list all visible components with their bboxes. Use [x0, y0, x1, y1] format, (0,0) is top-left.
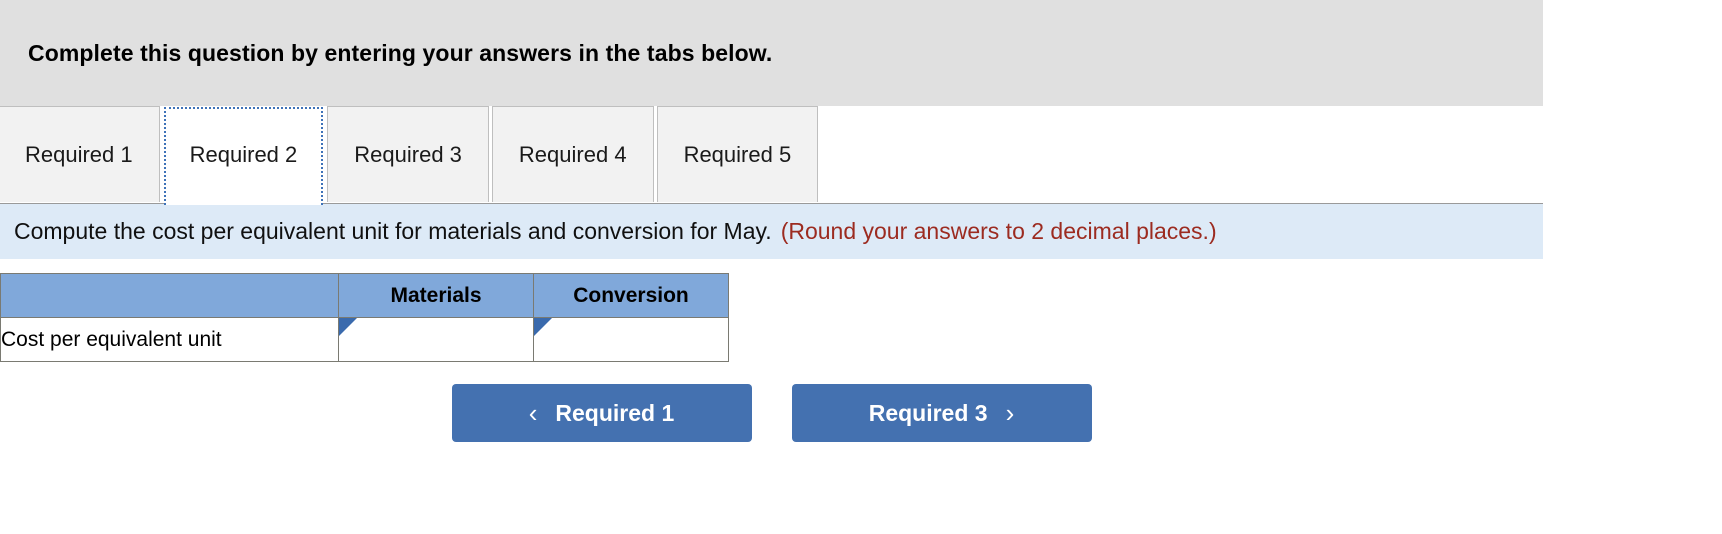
question-panel: Complete this question by entering your …	[0, 0, 1722, 534]
chevron-right-icon: ›	[1005, 398, 1015, 428]
next-required-button[interactable]: Required 3 ›	[791, 384, 1092, 442]
conversion-input-cell[interactable]	[533, 317, 729, 362]
next-required-label: Required 3	[868, 399, 988, 426]
tab-required-4[interactable]: Required 4	[491, 106, 654, 202]
tab-list: Required 1 Required 2 Required 3 Require…	[0, 106, 1543, 205]
instruction-banner: Complete this question by entering your …	[0, 0, 1543, 106]
tab-required-1[interactable]: Required 1	[0, 106, 160, 202]
table-header-conversion: Conversion	[533, 273, 729, 318]
task-instruction-text: Compute the cost per equivalent unit for…	[14, 218, 772, 244]
conversion-input[interactable]	[534, 318, 728, 361]
table-body: Cost per equivalent unit	[0, 317, 729, 362]
tab-label: Required 2	[189, 141, 298, 167]
tab-label: Required 3	[354, 141, 462, 167]
tab-navigation: ‹ Required 1 Required 3 ›	[0, 362, 1543, 442]
materials-input[interactable]	[339, 318, 533, 361]
tab-label: Required 1	[25, 141, 133, 167]
task-instruction-bar: Compute the cost per equivalent unit for…	[0, 204, 1543, 259]
answer-table: Materials Conversion Cost per equivalent…	[0, 273, 729, 362]
tab-required-3[interactable]: Required 3	[327, 106, 489, 202]
prev-required-button[interactable]: ‹ Required 1	[451, 384, 752, 442]
tab-label: Required 4	[518, 141, 627, 167]
rounding-hint: (Round your answers to 2 decimal places.…	[780, 218, 1217, 244]
table-row: Cost per equivalent unit	[0, 317, 729, 362]
tab-strip: Required 1 Required 2 Required 3 Require…	[0, 106, 1543, 205]
table-header-corner	[0, 273, 339, 318]
answer-marker-icon	[534, 318, 552, 336]
prev-required-label: Required 1	[555, 399, 675, 426]
tab-label: Required 5	[683, 141, 792, 167]
table-head: Materials Conversion	[0, 273, 729, 318]
row-label-cost-per-equivalent-unit: Cost per equivalent unit	[0, 317, 339, 362]
banner-text: Complete this question by entering your …	[28, 39, 773, 66]
materials-input-cell[interactable]	[338, 317, 534, 362]
chevron-left-icon: ‹	[528, 398, 538, 428]
answer-table-wrapper: Materials Conversion Cost per equivalent…	[0, 259, 1722, 362]
table-header-row: Materials Conversion	[0, 273, 729, 318]
tab-required-5[interactable]: Required 5	[656, 106, 819, 202]
answer-marker-icon	[339, 318, 357, 336]
table-header-materials: Materials	[338, 273, 534, 318]
tab-required-2[interactable]: Required 2	[162, 106, 325, 205]
